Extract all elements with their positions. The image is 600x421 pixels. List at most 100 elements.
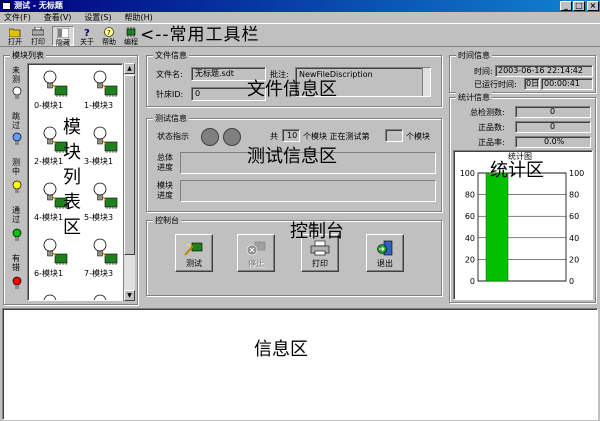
hide-panel-icon — [57, 28, 69, 38]
chart-bar — [485, 172, 509, 282]
console-caption: 控制台 — [153, 215, 181, 226]
chart-y-tick-left: 40 — [465, 234, 475, 243]
status-indicator-lamps — [201, 128, 241, 146]
module-item[interactable]: 6-模块1 — [34, 236, 74, 286]
white-bulb-icon — [12, 86, 22, 99]
open-button[interactable]: 打开 — [4, 26, 26, 46]
total-tested-field: 0 — [515, 106, 591, 118]
help-button[interactable]: ? 帮助 — [98, 26, 120, 46]
bulb-chip-icon — [93, 294, 107, 300]
good-count-field: 0 — [515, 121, 591, 133]
help-icon: ? — [104, 27, 114, 37]
module-item[interactable]: 7-模块3 — [84, 236, 122, 286]
toolbar: 打开 打印 隐藏 ? 关于 ? 帮助 编程 — [0, 23, 600, 47]
legend-passed-label: 通过 — [12, 206, 20, 224]
filename-label: 文件名: — [156, 70, 183, 79]
module-list-scrollbar[interactable]: ▲ ▼ — [123, 63, 135, 301]
module-list-caption: 模块列表 — [10, 50, 46, 61]
open-folder-icon — [9, 28, 21, 37]
printer-icon — [32, 27, 44, 36]
chart-y-tick-right: 100 — [569, 169, 584, 178]
menu-settings[interactable]: 设置(S) — [84, 13, 111, 22]
chart-y-tick-right: 0 — [569, 277, 574, 286]
legend-skipped-label: 跳过 — [12, 112, 20, 130]
module-progress-label-2: 进度 — [157, 191, 173, 200]
app-icon — [2, 2, 11, 10]
module-list-annotation-char: 模 — [63, 117, 81, 138]
title-bar: 测试 - 无标题 _ □ × — [0, 0, 600, 12]
module-label: 4-模块1 — [34, 213, 64, 222]
bed-id-label: 针床ID: — [156, 90, 184, 99]
run-days-field: 0日 — [524, 78, 540, 90]
print-button[interactable]: 打印 — [27, 26, 49, 46]
bulb-chip-icon — [43, 238, 68, 265]
chart-y-tick-left: 80 — [465, 191, 475, 200]
about-button[interactable]: ? 关于 — [76, 26, 98, 46]
menu-bar: 文件(F) 查看(V) 设置(S) 帮助(H) — [0, 12, 600, 23]
yellow-bulb-icon — [12, 180, 22, 193]
module-item[interactable]: 1-模块3 — [84, 68, 122, 118]
file-info-caption: 文件信息 — [153, 50, 189, 61]
legend-untested-label: 未测 — [12, 66, 20, 84]
bulb-chip-icon — [93, 126, 118, 153]
program-button[interactable]: 编程 — [120, 26, 142, 46]
legend-testing-label: 测中 — [12, 158, 20, 176]
stats-chart: 0 0 20 20 40 40 60 60 80 80 100 100 — [460, 169, 585, 286]
bulb-chip-icon — [93, 182, 118, 209]
menu-file[interactable]: 文件(F) — [4, 13, 31, 22]
chart-y-tick-right: 60 — [569, 212, 579, 221]
test-info-annotation: 测试信息区 — [247, 146, 337, 167]
time-field: 2003-06-16 22:14:42 — [495, 65, 593, 77]
message-area[interactable]: 信息区 — [2, 308, 598, 420]
maximize-button[interactable]: □ — [573, 1, 585, 11]
current-module-field — [385, 129, 403, 142]
run-time-label: 已运行时间: — [474, 80, 517, 89]
file-info-annotation: 文件信息区 — [247, 79, 337, 100]
test-info-caption: 测试信息 — [153, 113, 189, 124]
module-label: 3-模块1 — [84, 157, 114, 166]
overall-progress-label-1: 总体 — [157, 153, 173, 162]
chart-y-tick-right: 20 — [569, 255, 579, 264]
chart-y-tick-left: 60 — [465, 212, 475, 221]
module-item[interactable]: 8-模块1 — [34, 292, 74, 300]
total-suffix: 个模块 正在测试第 — [303, 132, 370, 141]
module-list-annotation-char: 区 — [63, 217, 81, 238]
hide-button[interactable]: 隐藏 — [52, 26, 74, 47]
stats-annotation: 统计区 — [490, 160, 544, 181]
chart-y-tick-right: 40 — [569, 234, 579, 243]
scroll-down-button[interactable]: ▼ — [124, 290, 135, 301]
stop-button[interactable]: 停止 — [237, 234, 275, 272]
status-indicator-label: 状态指示 — [157, 132, 189, 141]
svg-text:?: ? — [84, 28, 90, 37]
module-item[interactable]: 3-模块1 — [84, 124, 122, 174]
module-progress-bar — [180, 180, 436, 202]
module-label: 2-模块1 — [34, 157, 64, 166]
module-list-annotation-char: 块 — [63, 142, 81, 163]
test-icon — [184, 242, 203, 256]
bulb-chip-icon — [93, 70, 118, 97]
module-item[interactable]: 5-模块3 — [84, 180, 122, 230]
svg-text:?: ? — [107, 29, 111, 37]
legend-error-label: 有错 — [12, 254, 20, 272]
module-label: 6-模块1 — [34, 269, 64, 278]
menu-view[interactable]: 查看(V) — [44, 13, 72, 22]
minimize-button[interactable]: _ — [560, 1, 572, 11]
toolbar-annotation: <--常用工具栏 — [140, 25, 260, 45]
current-suffix: 个模块 — [406, 132, 430, 141]
scroll-up-button[interactable]: ▲ — [124, 63, 135, 74]
module-progress-label-1: 模块 — [157, 181, 173, 190]
close-button[interactable]: × — [587, 1, 599, 11]
chart-y-tick-right: 80 — [569, 191, 579, 200]
stop-icon — [246, 241, 266, 256]
test-button[interactable]: 测试 — [175, 234, 213, 272]
module-item[interactable]: 9-模块3 — [84, 292, 122, 300]
scroll-thumb[interactable] — [124, 75, 135, 255]
chart-y-tick-left: 0 — [470, 277, 475, 286]
run-time-field: 00:00:41 — [541, 78, 593, 90]
exit-button[interactable]: 退出 — [366, 234, 404, 272]
note-scrollbar[interactable] — [422, 68, 430, 96]
menu-help[interactable]: 帮助(H) — [125, 13, 153, 22]
module-item[interactable]: 0-模块1 — [34, 68, 74, 118]
total-tested-label: 总检测数: — [470, 108, 505, 117]
printer-icon — [310, 240, 330, 256]
